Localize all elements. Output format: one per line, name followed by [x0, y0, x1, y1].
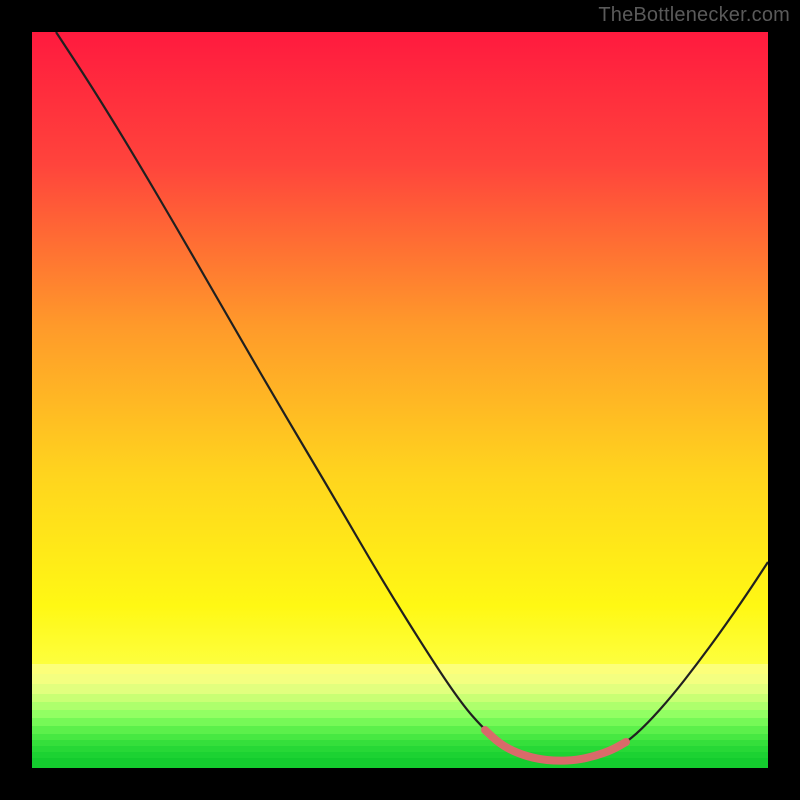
watermark-text: TheBottlenecker.com	[598, 4, 790, 27]
chart-plot-area	[32, 32, 768, 768]
chart-svg	[32, 32, 768, 768]
chart-background-gradient	[32, 32, 768, 768]
chart-bands-group	[32, 664, 768, 768]
